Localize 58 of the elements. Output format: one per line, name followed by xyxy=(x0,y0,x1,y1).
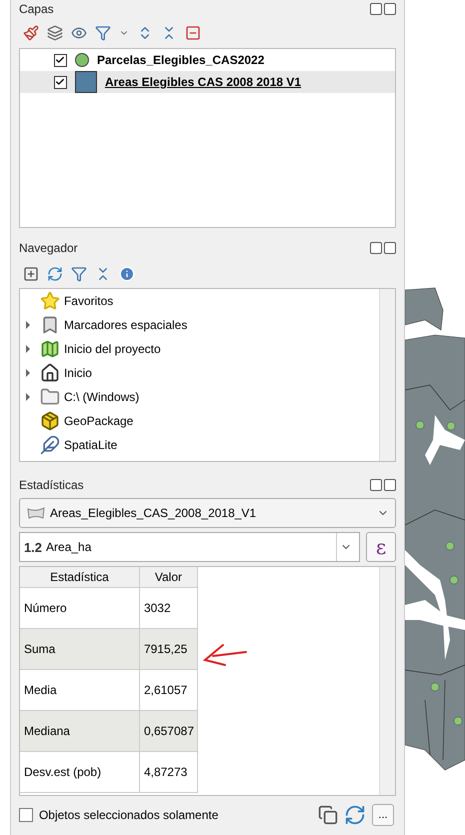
folder-icon xyxy=(40,387,60,407)
table-cell: Número xyxy=(20,588,140,629)
expand-arrow-icon[interactable] xyxy=(26,393,30,401)
filter-icon[interactable] xyxy=(70,266,87,282)
scrollbar[interactable] xyxy=(379,289,395,461)
scrollbar[interactable] xyxy=(379,567,395,795)
checkbox-label: Objetos seleccionados solamente xyxy=(38,808,218,822)
layer-row[interactable]: Areas Elegibles CAS 2008 2018 V1 xyxy=(20,71,395,93)
browser-item[interactable]: Inicio del proyecto xyxy=(20,337,379,361)
browser-item[interactable]: Inicio xyxy=(20,361,379,385)
checkbox[interactable] xyxy=(54,54,67,66)
paintbrush-icon[interactable] xyxy=(22,25,39,41)
expression-button[interactable]: ε xyxy=(366,532,396,562)
remove-layer-icon[interactable] xyxy=(184,25,201,41)
field-dropdown[interactable]: 1.2 Area_ha xyxy=(18,532,360,562)
table-cell: 2,61057 xyxy=(140,670,198,711)
table-cell: 3032 xyxy=(140,588,198,629)
layer-dropdown[interactable]: Areas_Elegibles_CAS_2008_2018_V1 xyxy=(18,498,396,528)
table-cell: Mediana xyxy=(20,711,140,752)
expand-arrow-icon[interactable] xyxy=(26,369,30,377)
browser-item[interactable]: SpatiaLite xyxy=(20,433,379,457)
refresh-icon[interactable] xyxy=(344,804,366,826)
table-cell: Suma xyxy=(20,629,140,670)
filter-icon[interactable] xyxy=(94,25,111,41)
map-icon xyxy=(40,339,60,359)
table-cell: 4,87273 xyxy=(140,752,198,793)
panel-title: Navegador xyxy=(18,241,78,255)
eye-icon[interactable] xyxy=(70,25,87,41)
table-cell: 0,657087 xyxy=(140,711,198,752)
options-button[interactable]: ... xyxy=(372,804,394,826)
star-icon xyxy=(40,291,60,311)
column-header[interactable]: Estadística xyxy=(20,567,140,588)
browser-item[interactable]: C:\ (Windows) xyxy=(20,385,379,409)
panel-title: Capas xyxy=(18,2,54,16)
refresh-icon[interactable] xyxy=(46,266,63,282)
checkbox[interactable] xyxy=(18,808,33,822)
table-cell: 7915,25 xyxy=(140,629,198,670)
copy-icon[interactable] xyxy=(318,805,338,825)
package-icon xyxy=(40,411,60,431)
layers-icon[interactable] xyxy=(46,25,63,41)
home-icon xyxy=(40,363,60,383)
browser-item[interactable]: Marcadores espaciales xyxy=(20,313,379,337)
table-cell: Desv.est (pob) xyxy=(20,752,140,793)
layer-name: Areas Elegibles CAS 2008 2018 V1 xyxy=(104,75,302,89)
polygon-layer-icon xyxy=(26,506,46,520)
layer-name: Parcelas_Elegibles_CAS2022 xyxy=(96,53,264,67)
layer-row[interactable]: Parcelas_Elegibles_CAS2022 xyxy=(20,49,395,71)
expand-arrow-icon[interactable] xyxy=(26,321,30,329)
panel-title: Estadísticas xyxy=(18,478,84,492)
feather-icon xyxy=(40,435,60,455)
column-header[interactable]: Valor xyxy=(140,567,198,588)
info-icon[interactable] xyxy=(118,266,135,282)
browser-item[interactable]: GeoPackage xyxy=(20,409,379,433)
checkbox[interactable] xyxy=(54,76,67,88)
browser-item[interactable]: Favoritos xyxy=(20,289,379,313)
add-icon[interactable] xyxy=(22,266,39,282)
expand-arrow-icon[interactable] xyxy=(26,345,30,353)
table-cell: Media xyxy=(20,670,140,711)
